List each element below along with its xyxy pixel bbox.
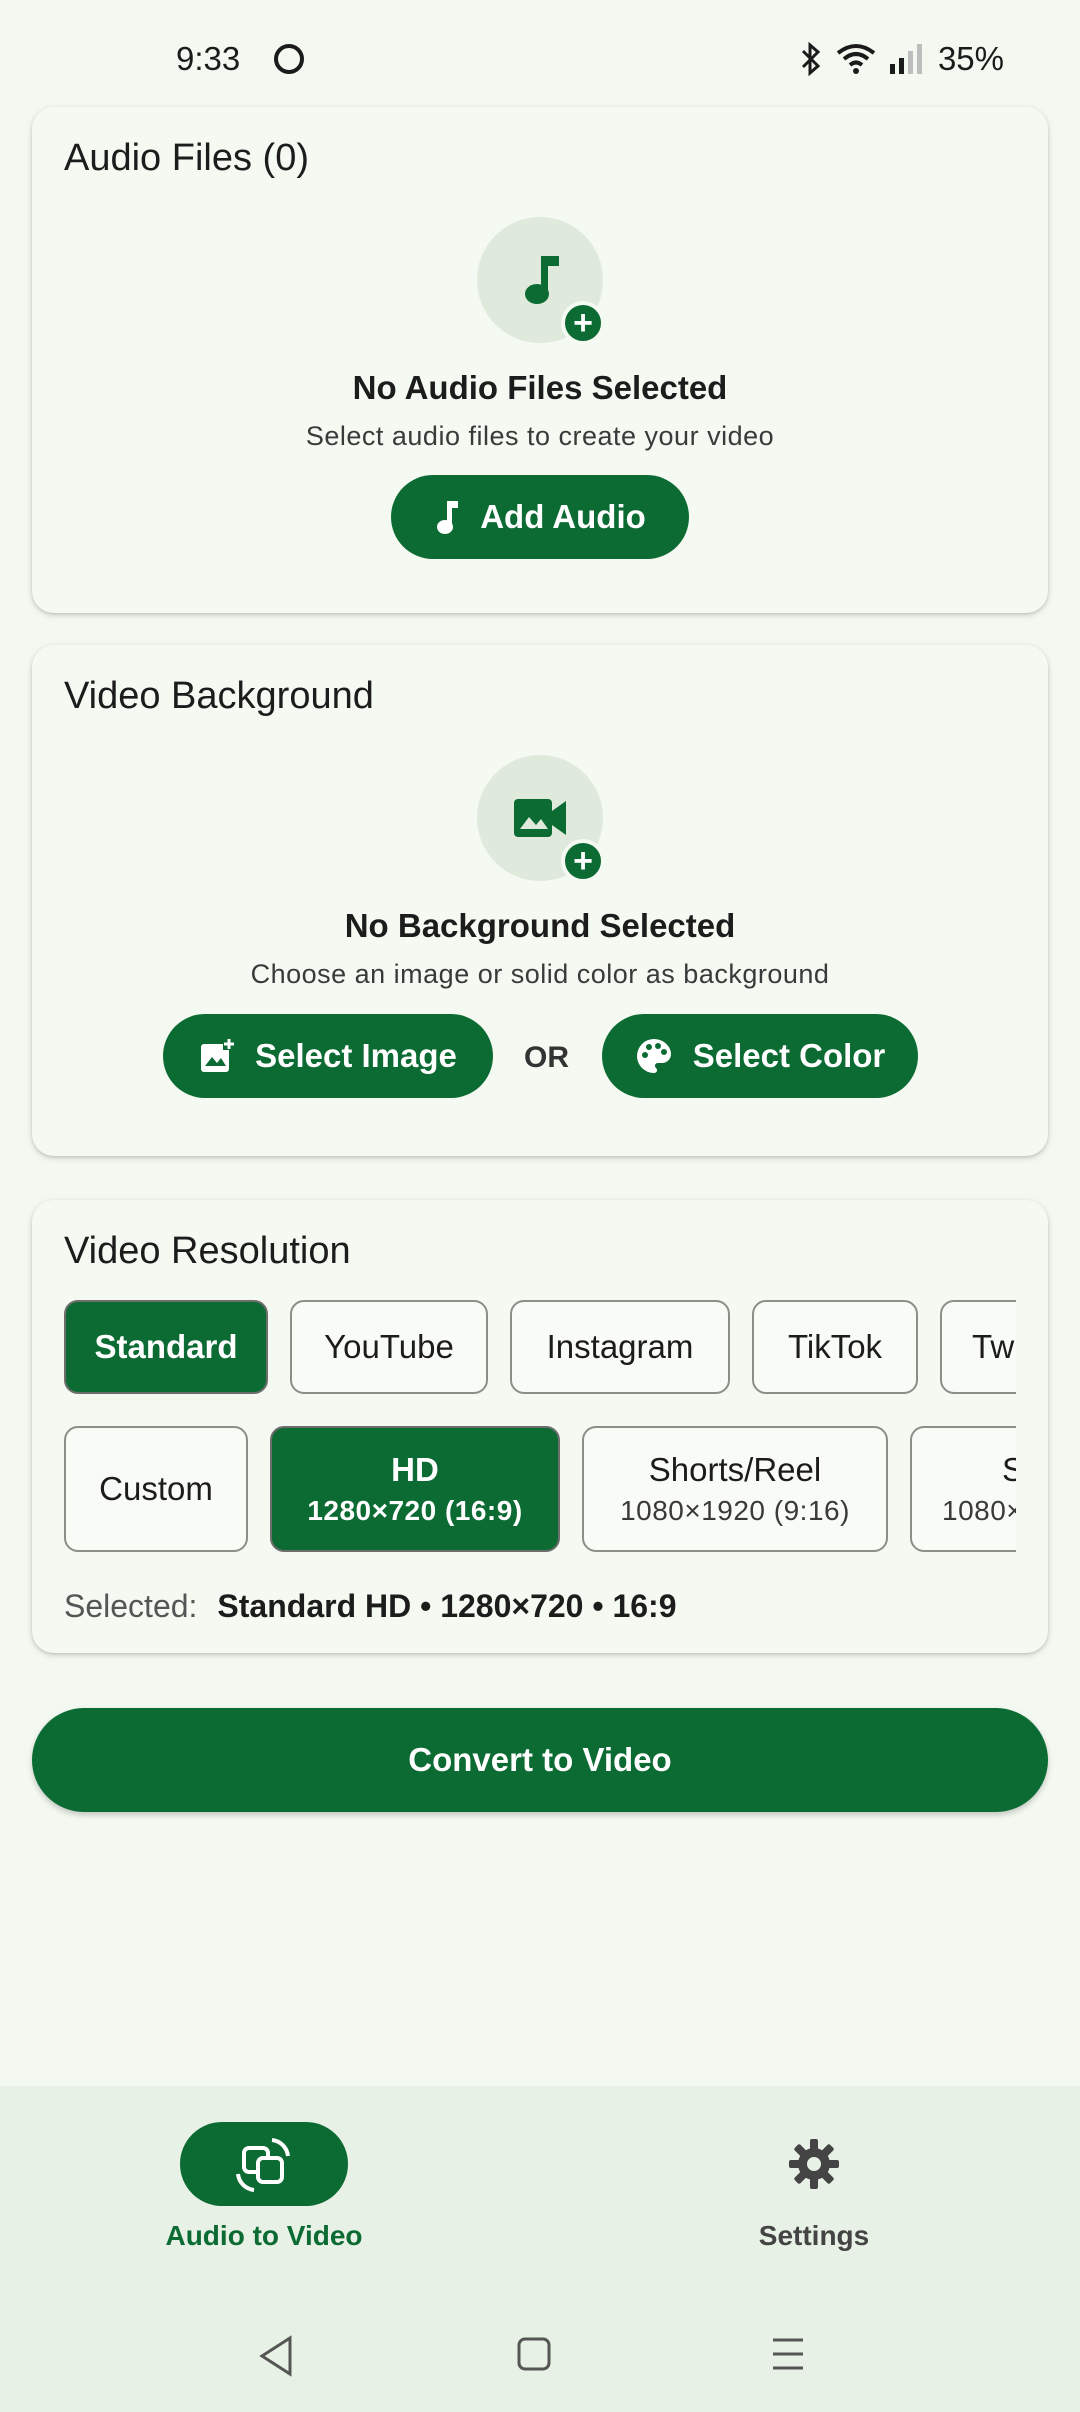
select-image-button[interactable]: Select Image — [163, 1014, 493, 1098]
bluetooth-icon — [801, 42, 821, 76]
home-icon[interactable] — [516, 2334, 552, 2374]
add-audio-label: Add Audio — [480, 498, 646, 535]
back-icon[interactable] — [258, 2334, 294, 2378]
select-color-button[interactable]: Select Color — [602, 1014, 918, 1098]
audio-files-title: Audio Files (0) — [64, 137, 309, 179]
nav-pill[interactable] — [180, 2122, 348, 2206]
convert-icon — [236, 2138, 290, 2192]
convert-to-video-button[interactable]: Convert to Video — [32, 1708, 1048, 1812]
preset-hd[interactable]: HD 1280×720 (16:9) — [270, 1426, 560, 1552]
audio-empty-title: No Audio Files Selected — [352, 369, 728, 406]
selected-label: Selected: — [64, 1588, 198, 1624]
nav-audio-to-video[interactable]: Audio to Video — [114, 2122, 414, 2252]
preset-custom[interactable]: Custom — [64, 1426, 248, 1552]
nav-settings[interactable]: Settings — [664, 2122, 964, 2252]
nav-pill[interactable] — [730, 2122, 898, 2206]
nav-audio-to-video-label: Audio to Video — [165, 2220, 363, 2251]
status-bar: 9:33 35% — [0, 0, 1080, 100]
menu-icon[interactable] — [770, 2334, 806, 2374]
bottom-navigation: Audio to Video Settings — [0, 2086, 1080, 2304]
plus-badge-icon: + — [561, 301, 605, 345]
chip-twitter[interactable]: Tw — [940, 1300, 1016, 1394]
chip-standard[interactable]: Standard — [64, 1300, 268, 1394]
video-add-icon: + — [477, 755, 605, 883]
chip-instagram[interactable]: Instagram — [510, 1300, 730, 1394]
resolution-preset-row[interactable]: Custom HD 1280×720 (16:9) Shorts/Reel 10… — [64, 1426, 1016, 1554]
audio-empty-subtitle: Select audio files to create your video — [305, 421, 775, 451]
face-icon — [274, 44, 304, 74]
music-note-add-icon: + — [477, 217, 605, 345]
nav-settings-label: Settings — [758, 2220, 870, 2251]
add-photo-icon — [201, 1038, 236, 1072]
background-empty-title: No Background Selected — [344, 907, 736, 944]
preset-s[interactable]: S 1080× — [910, 1426, 1016, 1552]
palette-icon — [636, 1039, 671, 1073]
video-resolution-title: Video Resolution — [64, 1230, 351, 1272]
chip-tiktok[interactable]: TikTok — [752, 1300, 918, 1394]
wifi-icon — [836, 44, 876, 74]
background-empty-subtitle: Choose an image or solid color as backgr… — [250, 959, 830, 989]
add-audio-button[interactable]: Add Audio — [391, 475, 689, 559]
battery-level: 35% — [937, 40, 1004, 77]
or-separator: OR — [524, 1041, 569, 1074]
music-note-icon — [437, 501, 459, 534]
plus-badge-icon: + — [561, 839, 605, 883]
signal-icon — [889, 44, 922, 74]
gear-icon — [789, 2139, 839, 2189]
video-background-card: Video Background + No Background Selecte… — [32, 645, 1048, 1156]
status-time: 9:33 — [176, 40, 241, 77]
audio-files-card: Audio Files (0) + No Audio Files Selecte… — [32, 107, 1048, 613]
resolution-category-row[interactable]: Standard YouTube Instagram TikTok Tw — [64, 1300, 1016, 1396]
preset-shorts-reel[interactable]: Shorts/Reel 1080×1920 (9:16) — [582, 1426, 888, 1552]
system-navigation-bar — [0, 2304, 1080, 2412]
status-icons: 35% — [800, 40, 1004, 78]
chip-youtube[interactable]: YouTube — [290, 1300, 488, 1394]
selected-value: Standard HD • 1280×720 • 16:9 — [217, 1588, 677, 1624]
select-image-label: Select Image — [255, 1037, 457, 1074]
video-background-title: Video Background — [64, 675, 374, 717]
select-color-label: Select Color — [692, 1037, 886, 1074]
selected-resolution: Selected: Standard HD • 1280×720 • 16:9 — [64, 1588, 677, 1625]
video-resolution-card: Video Resolution Standard YouTube Instag… — [32, 1200, 1048, 1653]
